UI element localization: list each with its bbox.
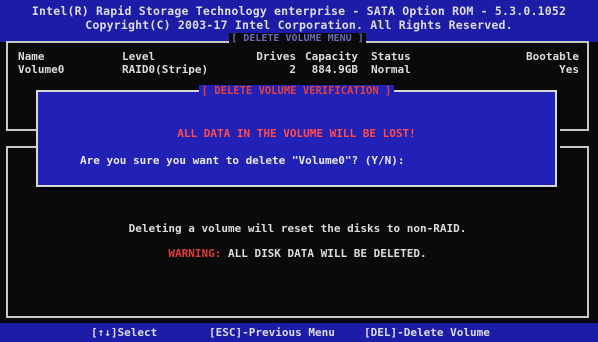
col-name-header: Name: [18, 50, 45, 63]
data-warning-line: WARNING: ALL DISK DATA WILL BE DELETED.: [8, 247, 587, 260]
col-capacity-header: Capacity: [305, 50, 358, 63]
col-drives-header: Drives: [256, 50, 296, 63]
dialog-warning-text: ALL DATA IN THE VOLUME WILL BE LOST!: [177, 127, 416, 140]
delete-volume-menu-title: [ DELETE VOLUME MENU ]: [229, 33, 366, 44]
del-key-hint: [DEL]-Delete Volume: [364, 326, 490, 339]
title-copyright-line: Copyright(C) 2003-17 Intel Corporation. …: [85, 18, 513, 32]
volume-table-header: Name Level Drives Capacity Status Bootab…: [8, 50, 587, 63]
bios-screen: Intel(R) Rapid Storage Technology enterp…: [0, 0, 598, 342]
volume-capacity: 884.9GB: [311, 63, 358, 76]
key-help-bar: [↑↓]Select [ESC]-Previous Menu [DEL]-Del…: [0, 323, 598, 342]
volume-drives: 2: [289, 63, 296, 76]
delete-confirm-prompt[interactable]: Are you sure you want to delete "Volume0…: [80, 154, 405, 167]
select-key-hint: [↑↓]Select: [91, 326, 158, 339]
esc-key-hint: [ESC]-Previous Menu: [209, 326, 335, 339]
delete-verification-dialog: [ DELETE VOLUME VERIFICATION ] ALL DATA …: [36, 85, 557, 187]
volume-row[interactable]: Volume0 RAID0(Stripe) 2 884.9GB Normal Y…: [8, 63, 587, 76]
volume-level: RAID0(Stripe): [122, 63, 209, 76]
warning-label: WARNING:: [168, 247, 222, 260]
volume-bootable: Yes: [559, 63, 579, 76]
reset-info-text: Deleting a volume will reset the disks t…: [128, 222, 467, 235]
warning-text: ALL DISK DATA WILL BE DELETED.: [221, 247, 427, 260]
dialog-title: [ DELETE VOLUME VERIFICATION ]: [38, 85, 555, 97]
volume-name: Volume0: [18, 63, 65, 76]
volume-status: Normal: [371, 63, 411, 76]
col-level-header: Level: [122, 50, 156, 63]
col-status-header: Status: [371, 50, 411, 63]
col-bootable-header: Bootable: [526, 50, 579, 63]
